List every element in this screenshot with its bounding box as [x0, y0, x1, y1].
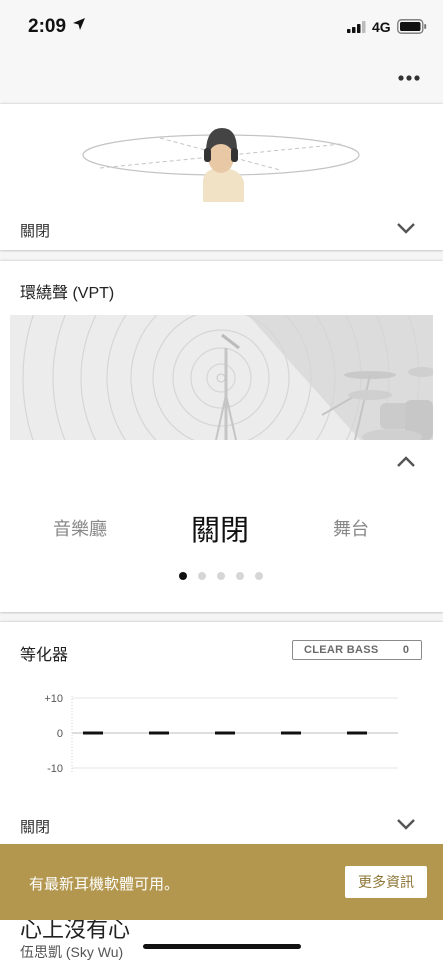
eq-band-marker [281, 731, 301, 735]
eq-axis-label-mid: 0 [57, 728, 63, 740]
update-message: 有最新耳機軟體可用。 [29, 876, 180, 893]
page-dot [255, 572, 263, 580]
signal-bars-icon [347, 21, 366, 33]
page-dot [179, 572, 187, 580]
eq-band-marker [347, 731, 367, 735]
page-indicator [179, 572, 263, 580]
now-playing-title: 心上沒有心 [20, 920, 131, 942]
preset-stage[interactable]: 舞台 [333, 515, 369, 541]
status-time: 2:09 [28, 16, 67, 37]
status-bar: 2:09 4G [0, 0, 443, 54]
preset-concert-hall[interactable]: 音樂廳 [53, 515, 107, 541]
update-banner: 有最新耳機軟體可用。 更多資訊 [0, 844, 443, 920]
equalizer-value: 關閉 [20, 819, 51, 836]
equalizer-card: 等化器 CLEAR BASS 0 +10 0 -10 關閉 [0, 622, 443, 844]
chevron-down-icon[interactable] [396, 818, 416, 830]
sound-position-card: 關閉 [0, 104, 443, 250]
listener-head-illustration [82, 128, 360, 202]
page-dot [198, 572, 206, 580]
clear-bass-indicator[interactable]: CLEAR BASS 0 [292, 640, 422, 660]
battery-icon [397, 19, 427, 34]
more-info-button[interactable]: 更多資訊 [345, 866, 427, 898]
home-indicator[interactable] [143, 944, 301, 949]
eq-axis-label-top: +10 [44, 693, 63, 705]
vpt-stage-illustration [10, 315, 433, 440]
chevron-up-icon[interactable] [396, 456, 416, 468]
location-arrow-icon [73, 18, 85, 30]
now-playing-artist: 伍思凱 (Sky Wu) [20, 944, 124, 960]
clear-bass-label: CLEAR BASS [304, 644, 379, 656]
chevron-down-icon[interactable] [396, 222, 416, 234]
eq-band-marker [83, 731, 103, 735]
equalizer-title: 等化器 [20, 647, 69, 664]
equalizer-graph: +10 0 -10 [44, 693, 398, 775]
surround-title: 環繞聲 (VPT) [20, 285, 115, 302]
network-type: 4G [372, 19, 391, 35]
page-dot [236, 572, 244, 580]
eq-axis-label-bottom: -10 [47, 763, 63, 775]
ellipsis-icon[interactable] [398, 74, 420, 82]
eq-band-marker [215, 731, 235, 735]
clear-bass-value: 0 [402, 644, 409, 656]
eq-band-marker [149, 731, 169, 735]
preset-off[interactable]: 關閉 [191, 507, 249, 549]
now-playing-bar[interactable]: 心上沒有心 伍思凱 (Sky Wu) [0, 920, 443, 960]
nav-bar [0, 54, 443, 104]
page-dot [217, 572, 225, 580]
sound-position-value: 關閉 [20, 223, 51, 240]
surround-card: 環繞聲 (VPT) 音樂廳 關閉 舞台 [0, 261, 443, 612]
